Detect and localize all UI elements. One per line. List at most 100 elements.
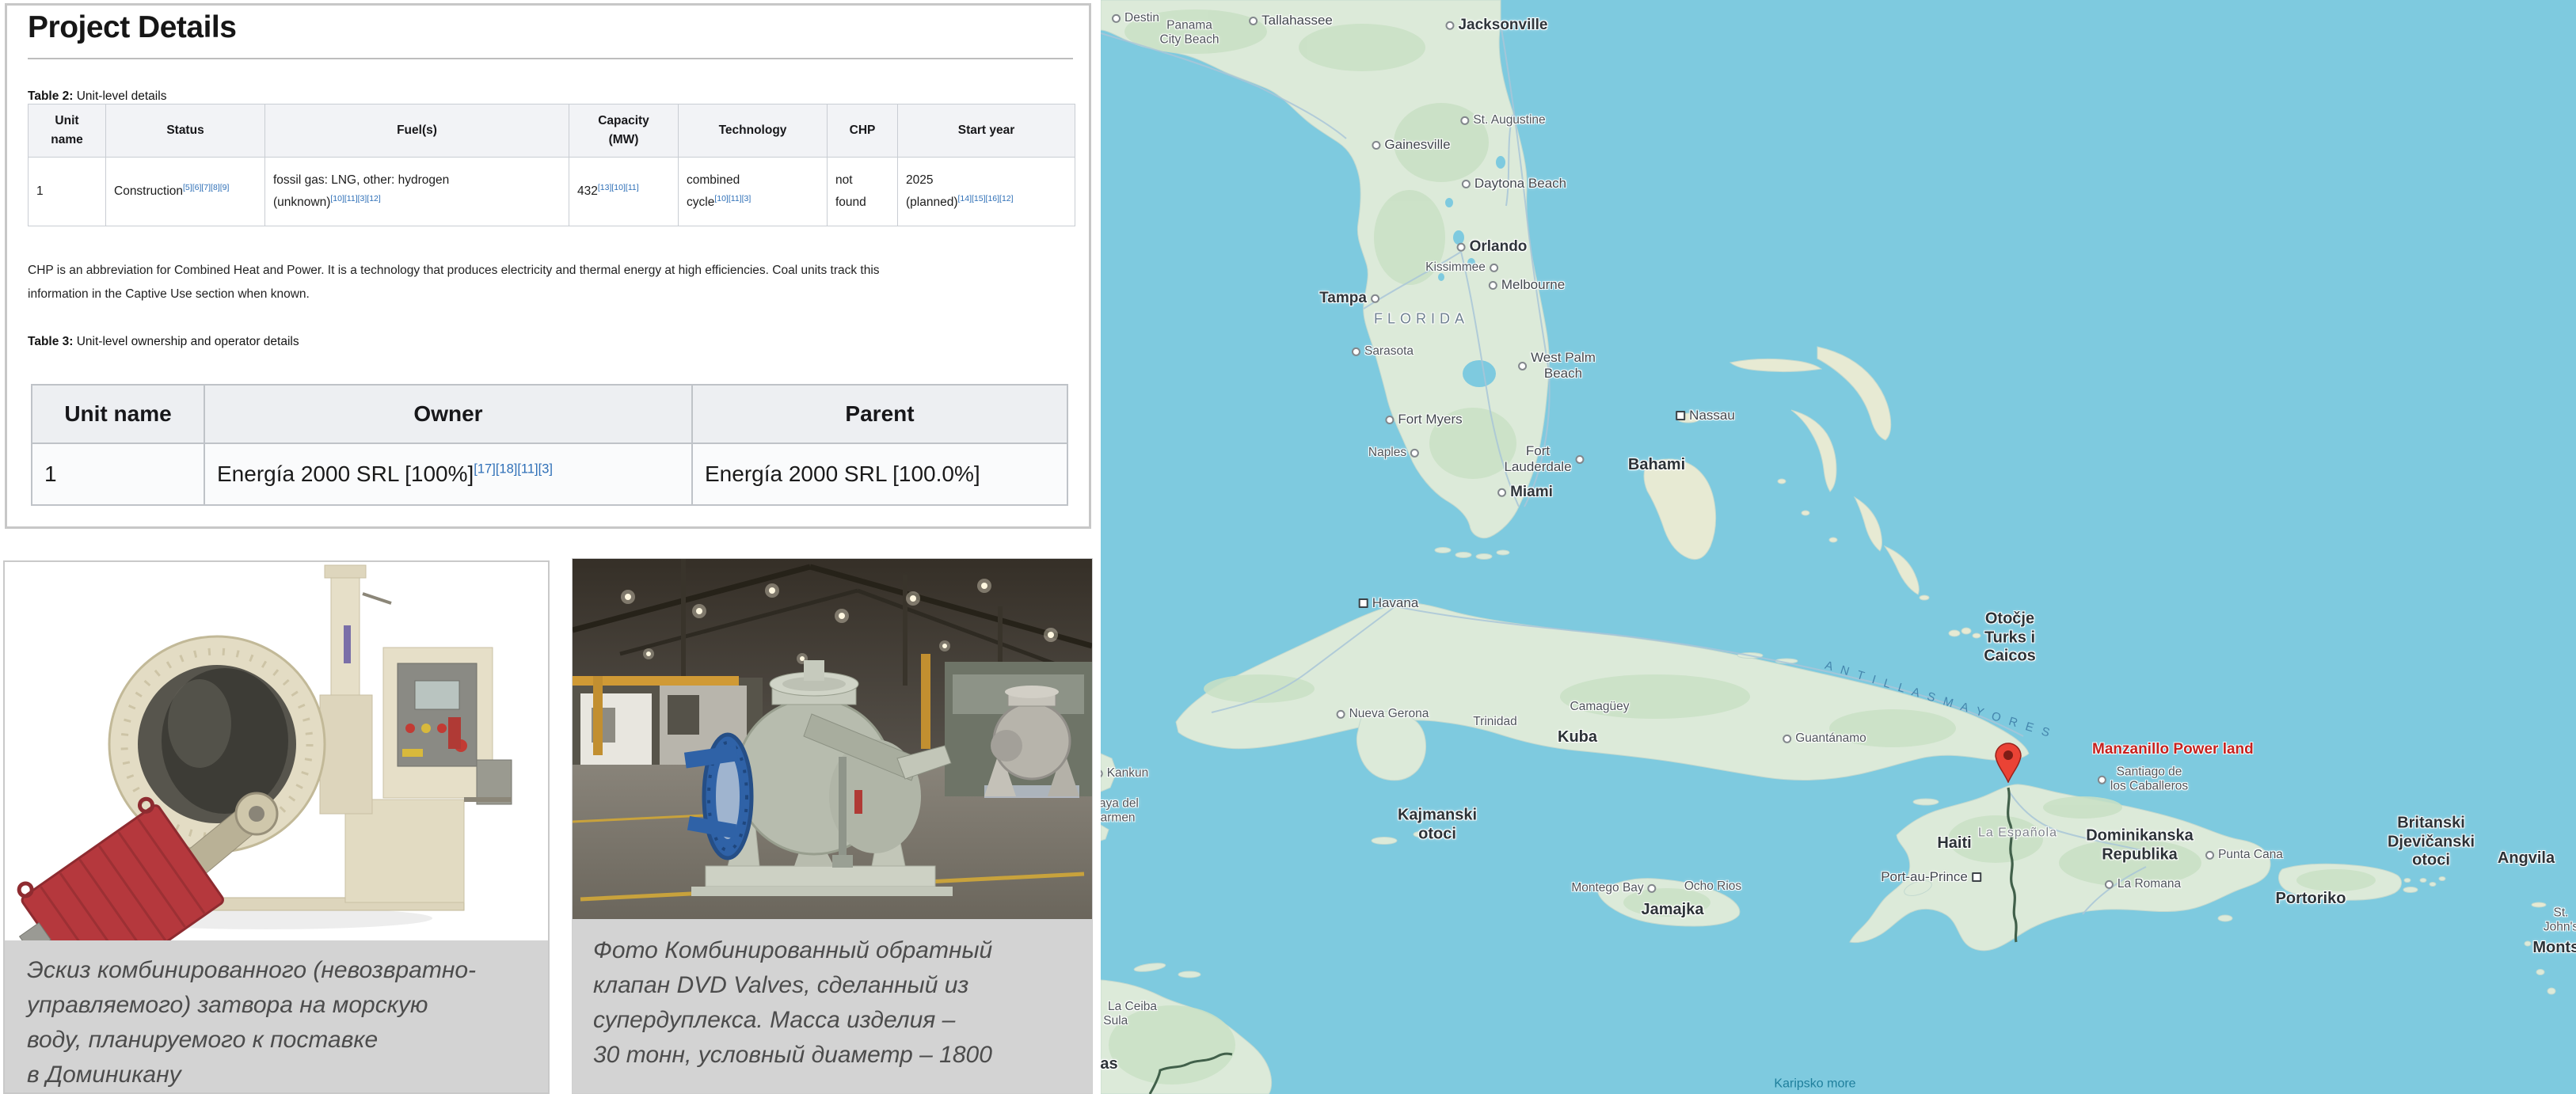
map-label: Miami <box>1510 484 1553 501</box>
map-label: Montserrat <box>2532 939 2576 958</box>
city-dot-icon <box>1497 488 1506 497</box>
column-header: Fuel(s) <box>265 104 569 158</box>
map-pin-icon <box>1994 741 2022 783</box>
column-header: Status <box>106 104 265 158</box>
cell-text: 432 <box>577 184 598 198</box>
column-header: Unit name <box>32 385 204 443</box>
map-label: Haiti <box>1937 834 1971 853</box>
table-cell: Energía 2000 SRL [100.0%] <box>692 443 1067 505</box>
reference-link[interactable]: [13][10][11] <box>598 183 639 192</box>
city-dot-icon <box>1518 362 1527 370</box>
map-label: Honduras <box>1101 1055 1118 1074</box>
capital-city-icon <box>1676 411 1685 420</box>
map-label: Kuba <box>1558 728 1597 747</box>
map-label: Ocho Rios <box>1684 879 1741 894</box>
map-pin-label[interactable]: Manzanillo Power land <box>2092 741 2254 758</box>
map-label: Port-au-Prince <box>1881 869 1968 885</box>
map-label: Kajmanski otoci <box>1398 806 1477 843</box>
table-cell: Construction[5][6][7][8][9] <box>106 158 265 226</box>
reference-link[interactable]: [5][6][7][8][9] <box>183 183 229 192</box>
map-label: Sarasota <box>1364 344 1414 359</box>
unit-details-table: Unit nameStatusFuel(s)Capacity (MW)Techn… <box>28 104 1075 226</box>
capital-city-icon <box>1359 598 1368 608</box>
city-dot-icon <box>1648 884 1657 893</box>
table-cell: Energía 2000 SRL [100%][17][18][11][3] <box>204 443 692 505</box>
figure-valve-photo: Фото Комбинированный обратный клапан DVD… <box>572 558 1093 1094</box>
map-label: Gainesville <box>1384 137 1450 153</box>
header-row: Unit nameStatusFuel(s)Capacity (MW)Techn… <box>29 104 1075 158</box>
map-label: West Palm Beach <box>1531 350 1596 382</box>
table3-caption-text: Unit-level ownership and operator detail… <box>73 335 299 348</box>
cell-text: Construction <box>114 184 183 198</box>
cell-text: 1 <box>36 184 44 198</box>
map-view[interactable]: DestinPanama City BeachTallahasseeJackso… <box>1101 0 2576 1094</box>
title-divider <box>28 58 1073 59</box>
map-label: Fort Myers <box>1398 412 1462 427</box>
city-dot-icon <box>2098 776 2106 784</box>
map-label: Tampa <box>1319 290 1367 307</box>
city-dot-icon <box>1576 455 1585 464</box>
figure-1-caption: Эскиз комбинированного (невозвратно- упр… <box>5 940 548 1092</box>
cell-text: cycle <box>687 196 714 209</box>
column-header: Parent <box>692 385 1067 443</box>
city-dot-icon <box>1410 449 1419 458</box>
reference-link[interactable]: [14][15][16][12] <box>958 194 1014 203</box>
cell-text: 1 <box>44 462 57 486</box>
header-row: Unit nameOwnerParent <box>32 385 1067 443</box>
capital-city-icon <box>1972 872 1981 882</box>
map-label: St. John's <box>2544 906 2576 936</box>
city-dot-icon <box>1372 141 1380 150</box>
city-dot-icon <box>1457 243 1466 252</box>
figure-valve-render: Эскиз комбинированного (невозвратно- упр… <box>3 560 550 1094</box>
city-dot-icon <box>1112 14 1121 23</box>
column-header: Unit name <box>29 104 106 158</box>
map-label: Angvila <box>2498 849 2555 868</box>
valve-render-image <box>5 562 548 940</box>
valve-photo-image <box>573 559 1092 919</box>
table-cell: 2025(planned)[14][15][16][12] <box>898 158 1075 226</box>
map-label: Bahami <box>1628 456 1685 475</box>
map-label: Santiago de los Caballeros <box>2110 765 2188 795</box>
map-label: Trinidad <box>1473 715 1516 729</box>
map-label: Punta Cana <box>2218 848 2283 862</box>
document-panel: Project Details Table 2: Unit-level deta… <box>0 0 1101 1094</box>
cell-text: fossil gas: LNG, other: hydrogen <box>273 173 449 187</box>
map-label: Melbourne <box>1501 277 1565 293</box>
city-dot-icon <box>1489 281 1497 290</box>
cell-text: not <box>835 173 853 187</box>
reference-link[interactable]: [10][11][3][12] <box>330 194 380 203</box>
reference-link[interactable]: [10][11][3] <box>714 194 751 203</box>
cell-text: Energía 2000 SRL [100%] <box>217 462 474 486</box>
cell-text: found <box>835 196 866 209</box>
map-label: Nueva Gerona <box>1349 707 1429 721</box>
map-label: Playa del Carmen <box>1101 797 1139 826</box>
map-label: Kissimmee <box>1425 260 1486 275</box>
cell-text: combined <box>687 173 740 187</box>
map-label: Jacksonville <box>1458 17 1547 34</box>
city-dot-icon <box>2205 851 2214 860</box>
ownership-table: Unit nameOwnerParent 1 Energía 2000 SRL [1… <box>31 384 1068 506</box>
map-pin[interactable] <box>1994 741 2022 783</box>
map-label: La Ceiba <box>1108 1000 1157 1014</box>
city-dot-icon <box>1385 416 1394 424</box>
city-dot-icon <box>1462 180 1471 188</box>
city-dot-icon <box>1490 264 1498 272</box>
map-label: Daytona Beach <box>1474 176 1566 192</box>
map-label: Orlando <box>1470 238 1528 256</box>
map-label: La Española <box>1978 826 2057 841</box>
city-dot-icon <box>1371 294 1379 303</box>
map-label: Guantánamo <box>1795 731 1866 746</box>
city-dot-icon <box>1460 116 1469 125</box>
cell-text: 2025 <box>906 173 933 187</box>
city-dot-icon <box>1352 348 1360 356</box>
city-dot-icon <box>1337 710 1345 719</box>
map-label: Britanski Djevičanski otoci <box>2388 815 2475 871</box>
column-header: Capacity (MW) <box>569 104 679 158</box>
map-label: San Pedro Sula <box>1101 1014 1128 1028</box>
city-dot-icon <box>1101 769 1103 778</box>
cell-text: (unknown) <box>273 196 330 209</box>
reference-link[interactable]: [17][18][11][3] <box>474 462 553 477</box>
valve-render-illustration <box>5 562 548 940</box>
valve-photo-illustration <box>573 559 1092 919</box>
table2-caption-text: Unit-level details <box>73 89 166 103</box>
